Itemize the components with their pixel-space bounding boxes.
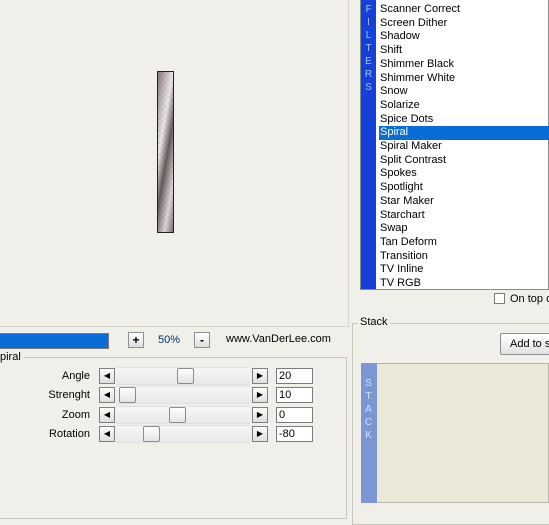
stack-group-title: Stack [358,316,390,328]
filters-tab-letter: F [365,4,372,15]
slider-left-button[interactable]: ◀ [99,368,115,384]
filter-item[interactable]: Shimmer White [379,72,549,86]
stack-tab-letter: C [364,417,373,428]
filter-item[interactable]: Spiral Maker [379,140,549,154]
slider-right-button[interactable]: ▶ [252,387,268,404]
stack-tab-letter: A [365,404,372,415]
param-label: Strenght [48,389,90,402]
slider-left-button[interactable]: ◀ [99,387,115,404]
slider-track[interactable] [116,424,250,443]
filters-tab-letter: R [364,69,373,80]
param-label: Rotation [49,427,90,440]
website-link[interactable]: www.VanDerLee.com [226,333,331,345]
stack-area[interactable] [361,363,549,503]
param-label: Angle [61,370,90,382]
filter-item[interactable]: Screen Dither [379,17,549,31]
param-value-field[interactable]: 0 [276,406,313,423]
slider-left-button[interactable]: ◀ [99,425,115,442]
filter-item[interactable]: Swap [379,222,549,236]
progress-bar [0,333,109,349]
filters-tab[interactable]: FILTERS [361,0,376,289]
filter-item[interactable]: Spotlight [379,181,549,195]
slider-thumb[interactable] [119,387,136,404]
filter-item[interactable]: Star Maker [379,195,549,209]
spiral-group-title: piral [0,351,24,363]
filter-item[interactable]: TV RGB [379,277,549,291]
filters-tab-letter: T [365,43,372,54]
slider-left-button[interactable]: ◀ [99,406,115,423]
slider-track[interactable] [116,386,250,405]
slider-thumb[interactable] [176,368,194,384]
stack-tab-letter: T [365,391,372,402]
param-label: Zoom [61,408,90,421]
filter-item[interactable]: Starchart [379,209,549,223]
stack-tab[interactable]: STACK [361,363,377,503]
zoom-out-button[interactable]: - [194,332,210,348]
filter-item[interactable]: Split Contrast [379,154,549,168]
filters-tab-letter: I [367,17,370,28]
add-to-stack-button[interactable]: Add to s [500,333,549,355]
slider-thumb[interactable] [168,406,186,423]
slider-right-button[interactable]: ▶ [252,406,268,423]
preview-pane [0,0,349,327]
preview-image [157,71,174,233]
filter-item[interactable]: Tan Deform [379,236,549,250]
param-value-field[interactable]: -80 [276,425,313,442]
on-top-label: On top o [510,293,549,305]
zoom-in-button[interactable]: + [128,332,144,348]
filter-item[interactable]: Snow [379,85,549,99]
filter-item[interactable]: Shift [379,44,549,58]
filter-item-selected[interactable]: Spiral [379,126,549,140]
zoom-level: 50% [158,334,181,346]
filter-item[interactable]: Shimmer Black [379,58,549,72]
param-value-field[interactable]: 10 [276,387,313,404]
stack-tab-letter: S [365,378,372,389]
filters-tab-letter: S [365,82,372,93]
filter-item[interactable]: Solarize [379,99,549,113]
filter-item[interactable]: Spokes [379,167,549,181]
slider-right-button[interactable]: ▶ [252,425,268,442]
slider-thumb[interactable] [143,425,161,442]
filter-item[interactable]: TV Inline [379,263,549,277]
filters-tab-letter: L [365,30,372,41]
stack-tab-letter: K [365,430,372,441]
filter-item[interactable]: Shadow [379,30,549,44]
filter-item[interactable]: Transition [379,250,549,264]
slider-right-button[interactable]: ▶ [252,368,268,384]
filter-item[interactable]: Spice Dots [379,113,549,127]
filter-item[interactable]: Scanner Correct [379,3,549,17]
filters-tab-letter: E [365,56,372,67]
param-value-field[interactable]: 20 [276,368,313,384]
on-top-checkbox[interactable] [494,293,505,304]
